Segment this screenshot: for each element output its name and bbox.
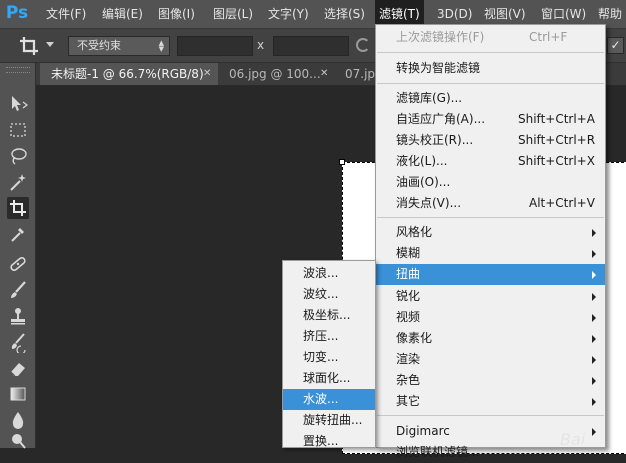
tab-close-icon[interactable]: ✕	[320, 63, 328, 85]
submenu-arrow-icon	[592, 356, 596, 364]
gradient-tool-icon[interactable]	[7, 383, 29, 405]
toolbox-grip[interactable]	[6, 67, 30, 73]
watermark-logo: Bai	[560, 430, 586, 449]
photoshop-logo: Ps	[5, 3, 29, 23]
tab-close-icon[interactable]: ✕	[203, 63, 211, 85]
submenu-arrow-icon	[592, 398, 596, 406]
menu-item-distort[interactable]: 扭曲	[376, 264, 605, 285]
menu-item-convert-smart-filters[interactable]: 转换为智能滤镜	[376, 58, 605, 79]
tab-document-2[interactable]: 06.jpg @ 100...	[218, 63, 334, 85]
crop-width-input[interactable]	[177, 36, 253, 56]
crop-tool-icon-toolbox[interactable]	[7, 197, 29, 219]
swap-rotate-icon[interactable]	[356, 38, 370, 52]
magic-wand-tool-icon[interactable]	[7, 171, 29, 193]
blur-tool-icon[interactable]	[7, 409, 29, 431]
menu-item-stylize[interactable]: 风格化	[376, 222, 605, 243]
tab-label: 未标题-1 @ 66.7%(RGB/8)	[51, 67, 204, 81]
distort-submenu: 波浪... 波纹... 极坐标... 挤压... 切变... 球面化... 水波…	[282, 260, 376, 448]
eyedropper-tool-icon[interactable]	[7, 223, 29, 245]
tab-document-1[interactable]: 未标题-1 @ 66.7%(RGB/8)	[40, 63, 218, 85]
submenu-item-zigzag[interactable]: 水波...	[283, 389, 375, 410]
menu-image[interactable]: 图像(I)	[158, 0, 195, 28]
tool-preset-dropdown-icon[interactable]	[46, 42, 54, 47]
menu-item-pixelate[interactable]: 像素化	[376, 328, 605, 349]
menu-separator	[377, 52, 604, 53]
submenu-item-twirl[interactable]: 旋转扭曲...	[283, 410, 375, 431]
crop-height-input[interactable]	[273, 36, 349, 56]
submenu-item-shear[interactable]: 切变...	[283, 347, 375, 368]
submenu-arrow-icon	[592, 377, 596, 385]
menu-item-noise[interactable]: 杂色	[376, 370, 605, 391]
submenu-arrow-icon	[592, 428, 596, 436]
submenu-item-polar-coordinates[interactable]: 极坐标...	[283, 305, 375, 326]
lasso-tool-icon[interactable]	[7, 145, 29, 167]
menu-item-other[interactable]: 其它	[376, 391, 605, 412]
submenu-arrow-icon	[592, 335, 596, 343]
submenu-arrow-icon	[592, 229, 596, 237]
menu-select[interactable]: 选择(S)	[324, 0, 365, 28]
healing-brush-tool-icon[interactable]	[7, 253, 29, 275]
menu-separator	[377, 217, 604, 218]
menu-item-last-filter: 上次滤镜操作(F) Ctrl+F	[396, 30, 568, 44]
menu-item-vanishing-point[interactable]: 消失点(V)... Alt+Ctrl+V	[376, 193, 605, 214]
menu-item-video[interactable]: 视频	[376, 307, 605, 328]
crop-handle-top-left[interactable]	[339, 159, 345, 165]
move-tool-icon[interactable]	[7, 93, 29, 115]
dimension-separator: x	[257, 38, 265, 52]
brush-tool-icon[interactable]	[7, 279, 29, 301]
menu-separator	[377, 415, 604, 416]
dodge-tool-icon[interactable]	[7, 431, 29, 453]
tab-label: 06.jpg @ 100...	[229, 67, 321, 81]
menu-layer[interactable]: 图层(L)	[213, 0, 253, 28]
menu-item-liquify[interactable]: 液化(L)... Shift+Ctrl+X	[376, 151, 605, 172]
submenu-arrow-icon	[592, 293, 596, 301]
submenu-item-ripple[interactable]: 波纹...	[283, 284, 375, 305]
submenu-item-displace[interactable]: 置换...	[283, 431, 375, 452]
menu-item-sharpen[interactable]: 锐化	[376, 286, 605, 307]
crop-ratio-select[interactable]: 不受约束 ▲ ▼	[68, 36, 170, 56]
marquee-tool-icon[interactable]	[7, 119, 29, 141]
menu-item-filter-gallery[interactable]: 滤镜库(G)...	[376, 88, 605, 109]
eraser-tool-icon[interactable]	[7, 357, 29, 379]
filter-menu-dropdown: 上次滤镜操作(F) Ctrl+F 转换为智能滤镜 滤镜库(G)... 自适应广角…	[375, 24, 606, 459]
menu-edit[interactable]: 编辑(E)	[102, 0, 143, 28]
submenu-item-wave[interactable]: 波浪...	[283, 263, 375, 284]
menu-file[interactable]: 文件(F)	[46, 0, 86, 28]
history-brush-tool-icon[interactable]	[7, 331, 29, 353]
menu-separator	[377, 83, 604, 84]
submenu-arrow-icon	[592, 271, 596, 279]
crop-ratio-value: 不受约束	[77, 39, 121, 52]
option-checkbox[interactable]: ✓	[607, 37, 624, 54]
submenu-item-spherize[interactable]: 球面化...	[283, 368, 375, 389]
select-updown-icon: ▲ ▼	[158, 39, 164, 53]
menu-type[interactable]: 文字(Y)	[268, 0, 309, 28]
menu-item-oil-paint[interactable]: 油画(O)...	[376, 172, 605, 193]
submenu-arrow-icon	[592, 250, 596, 258]
menu-item-render[interactable]: 渲染	[376, 349, 605, 370]
menu-item-lens-correction[interactable]: 镜头校正(R)... Shift+Ctrl+R	[376, 130, 605, 151]
crop-tool-icon[interactable]	[18, 35, 40, 57]
menu-item-blur[interactable]: 模糊	[376, 243, 605, 264]
clone-stamp-tool-icon[interactable]	[7, 305, 29, 327]
menu-item-adaptive-wide-angle[interactable]: 自适应广角(A)... Shift+Ctrl+A	[376, 109, 605, 130]
submenu-arrow-icon	[592, 314, 596, 322]
toolbox	[0, 63, 36, 449]
submenu-item-pinch[interactable]: 挤压...	[283, 326, 375, 347]
